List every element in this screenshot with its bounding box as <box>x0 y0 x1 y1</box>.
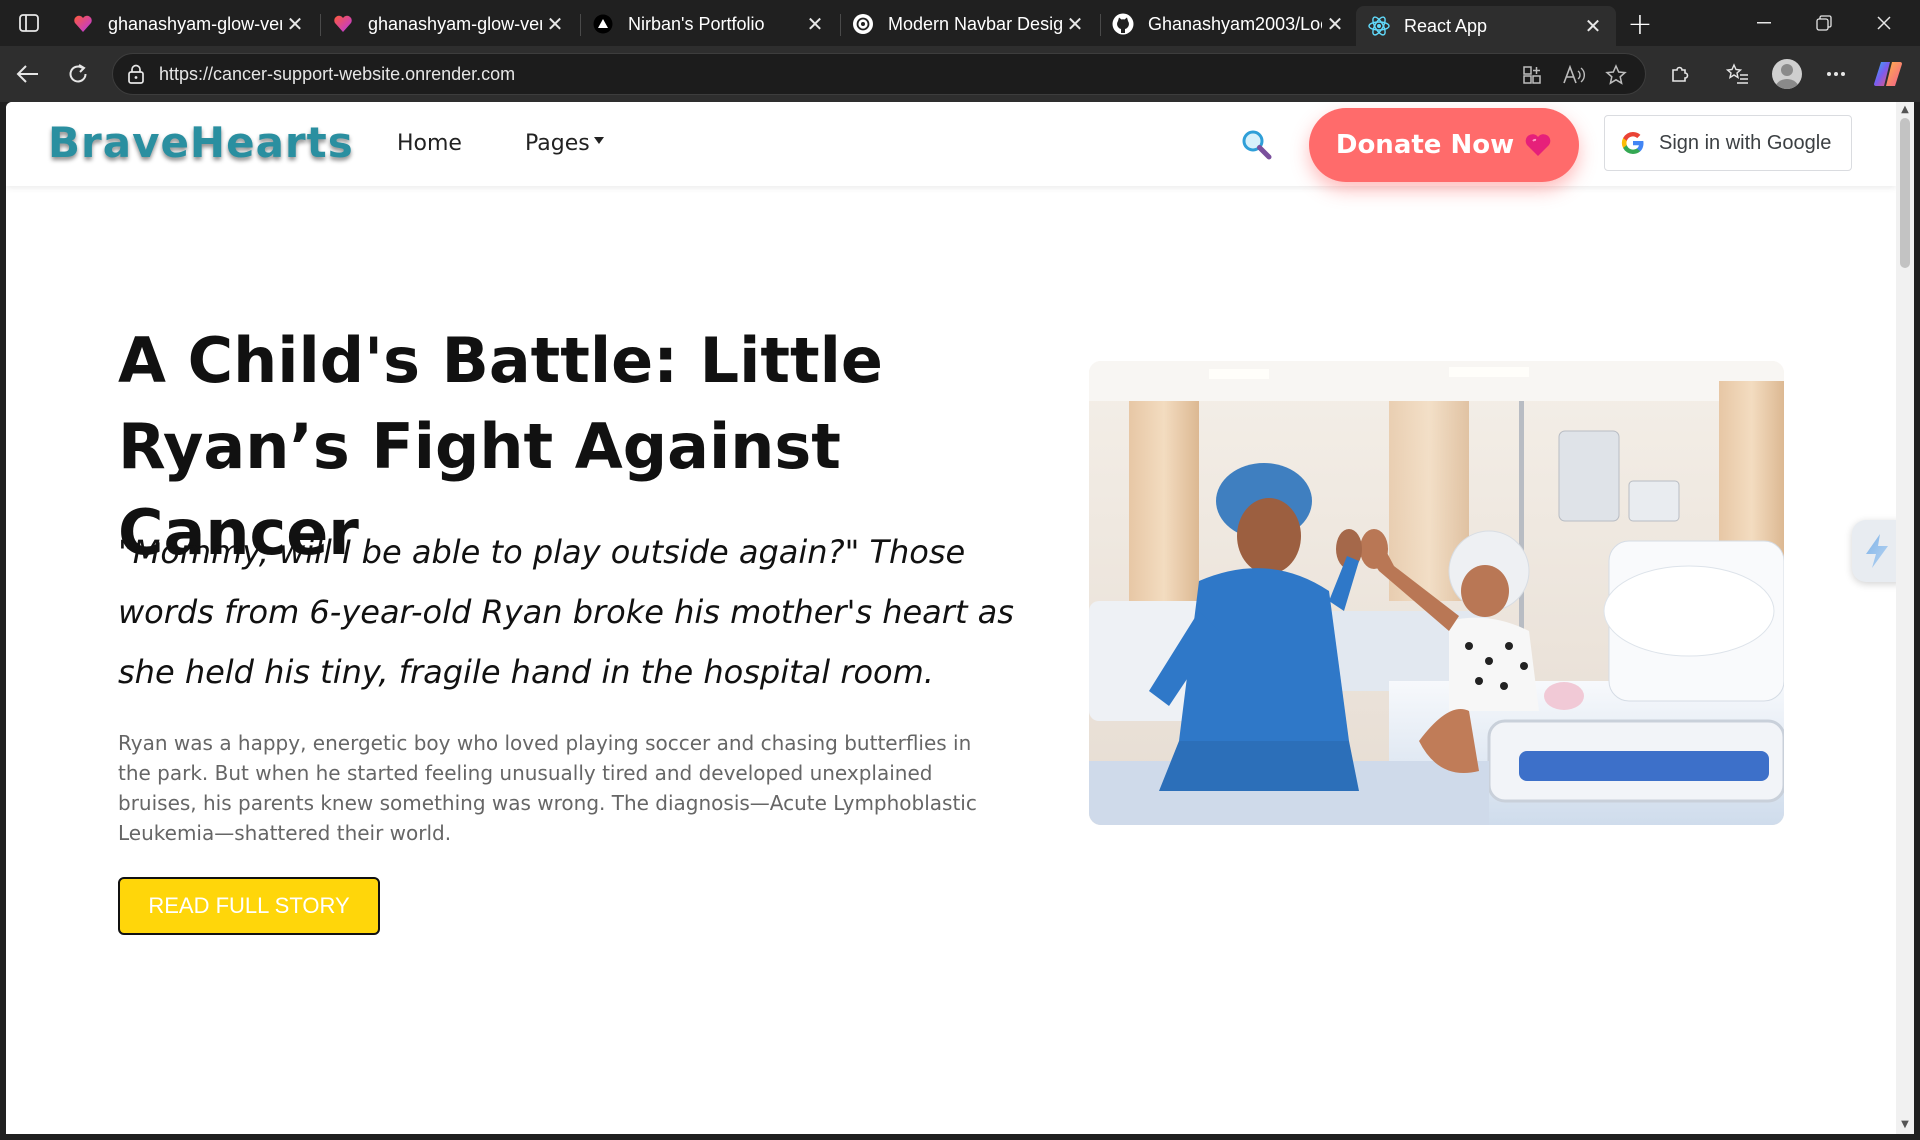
close-tab-icon[interactable]: ✕ <box>1580 13 1606 39</box>
google-signin-label: Sign in with Google <box>1659 131 1832 154</box>
nav-home-link[interactable]: Home <box>397 131 462 156</box>
donate-now-button[interactable]: Donate Now <box>1309 108 1579 182</box>
scroll-down-arrow-icon[interactable]: ▼ <box>1900 1120 1910 1130</box>
tab-title: Modern Navbar Design <box>888 13 1062 34</box>
react-icon <box>1368 15 1390 37</box>
close-tab-icon[interactable]: ✕ <box>542 11 568 37</box>
page-viewport: BraveHearts Home Pages Donate Now Sign i… <box>6 102 1896 1134</box>
heart-icon <box>1524 132 1552 158</box>
tab-title: Ghanashyam2003/Local <box>1148 13 1322 34</box>
lovable-heart-icon <box>332 13 354 35</box>
favorite-star-icon[interactable] <box>1603 62 1629 88</box>
scrollbar-thumb[interactable] <box>1900 118 1910 268</box>
lovable-heart-icon <box>72 13 94 35</box>
hospital-photo <box>1089 361 1784 825</box>
donate-label: Donate Now <box>1335 130 1515 160</box>
site-info-lock-icon[interactable] <box>127 64 145 84</box>
google-g-icon <box>1621 131 1645 155</box>
tab-actions-icon[interactable] <box>14 10 44 36</box>
floating-side-widget[interactable] <box>1852 520 1896 582</box>
browser-tab-4[interactable]: Modern Navbar Design ✕ <box>840 6 1098 42</box>
close-window-button[interactable] <box>1852 0 1916 46</box>
restore-window-button[interactable] <box>1792 0 1856 46</box>
reload-icon[interactable] <box>60 56 96 92</box>
more-menu-icon[interactable] <box>1818 56 1854 92</box>
address-bar[interactable]: https://cancer-support-website.onrender.… <box>112 53 1646 95</box>
browser-tab-1[interactable]: ghanashyam-glow-verse ✕ <box>60 6 318 42</box>
read-full-story-button[interactable]: READ FULL STORY <box>118 877 380 935</box>
close-tab-icon[interactable]: ✕ <box>1062 11 1088 37</box>
back-arrow-icon[interactable] <box>10 56 46 92</box>
extensions-puzzle-icon[interactable] <box>1662 56 1698 92</box>
close-tab-icon[interactable]: ✕ <box>282 11 308 37</box>
read-aloud-icon[interactable] <box>1561 62 1587 88</box>
tab-title: ghanashyam-glow-verse <box>368 13 542 34</box>
tab-title: ghanashyam-glow-verse <box>108 13 282 34</box>
github-icon <box>1112 13 1134 35</box>
scroll-up-arrow-icon[interactable]: ▲ <box>1900 105 1910 115</box>
caret-down-icon[interactable] <box>594 137 604 144</box>
browser-toolbar: https://cancer-support-website.onrender.… <box>0 46 1920 102</box>
tab-title: Nirban's Portfolio <box>628 13 765 34</box>
search-icon[interactable] <box>1240 128 1274 162</box>
google-signin-button[interactable]: Sign in with Google <box>1604 115 1852 171</box>
close-tab-icon[interactable]: ✕ <box>1322 11 1348 37</box>
story-quote: "Mommy, will I be able to play outside a… <box>118 533 1014 691</box>
browser-tab-strip: ghanashyam-glow-verse ✕ ghanashyam-glow-… <box>0 0 1920 46</box>
new-tab-button[interactable]: + <box>1624 7 1656 42</box>
app-available-icon[interactable] <box>1519 62 1545 88</box>
nav-pages-dropdown[interactable]: Pages <box>525 131 590 156</box>
browser-tab-6-active[interactable]: React App ✕ <box>1356 6 1616 46</box>
favorites-list-icon[interactable] <box>1720 56 1756 92</box>
browser-tab-3[interactable]: Nirban's Portfolio ✕ <box>580 6 838 42</box>
page-scrollbar[interactable]: ▲ ▼ <box>1896 102 1914 1134</box>
browser-tab-5[interactable]: Ghanashyam2003/Local ✕ <box>1100 6 1358 42</box>
site-navbar: BraveHearts Home Pages Donate Now Sign i… <box>6 102 1896 186</box>
openai-icon <box>852 13 874 35</box>
close-tab-icon[interactable]: ✕ <box>802 11 828 37</box>
profile-avatar-icon[interactable] <box>1772 59 1802 89</box>
tab-title: React App <box>1404 15 1488 36</box>
address-url-text: https://cancer-support-website.onrender.… <box>159 64 516 84</box>
copilot-icon[interactable] <box>1870 56 1906 92</box>
minimize-window-button[interactable] <box>1732 0 1796 46</box>
story-summary: Ryan was a happy, energetic boy who love… <box>118 731 977 845</box>
site-logo[interactable]: BraveHearts <box>48 118 354 167</box>
browser-tab-2[interactable]: ghanashyam-glow-verse ✕ <box>320 6 578 42</box>
triangle-logo-icon <box>592 13 614 35</box>
